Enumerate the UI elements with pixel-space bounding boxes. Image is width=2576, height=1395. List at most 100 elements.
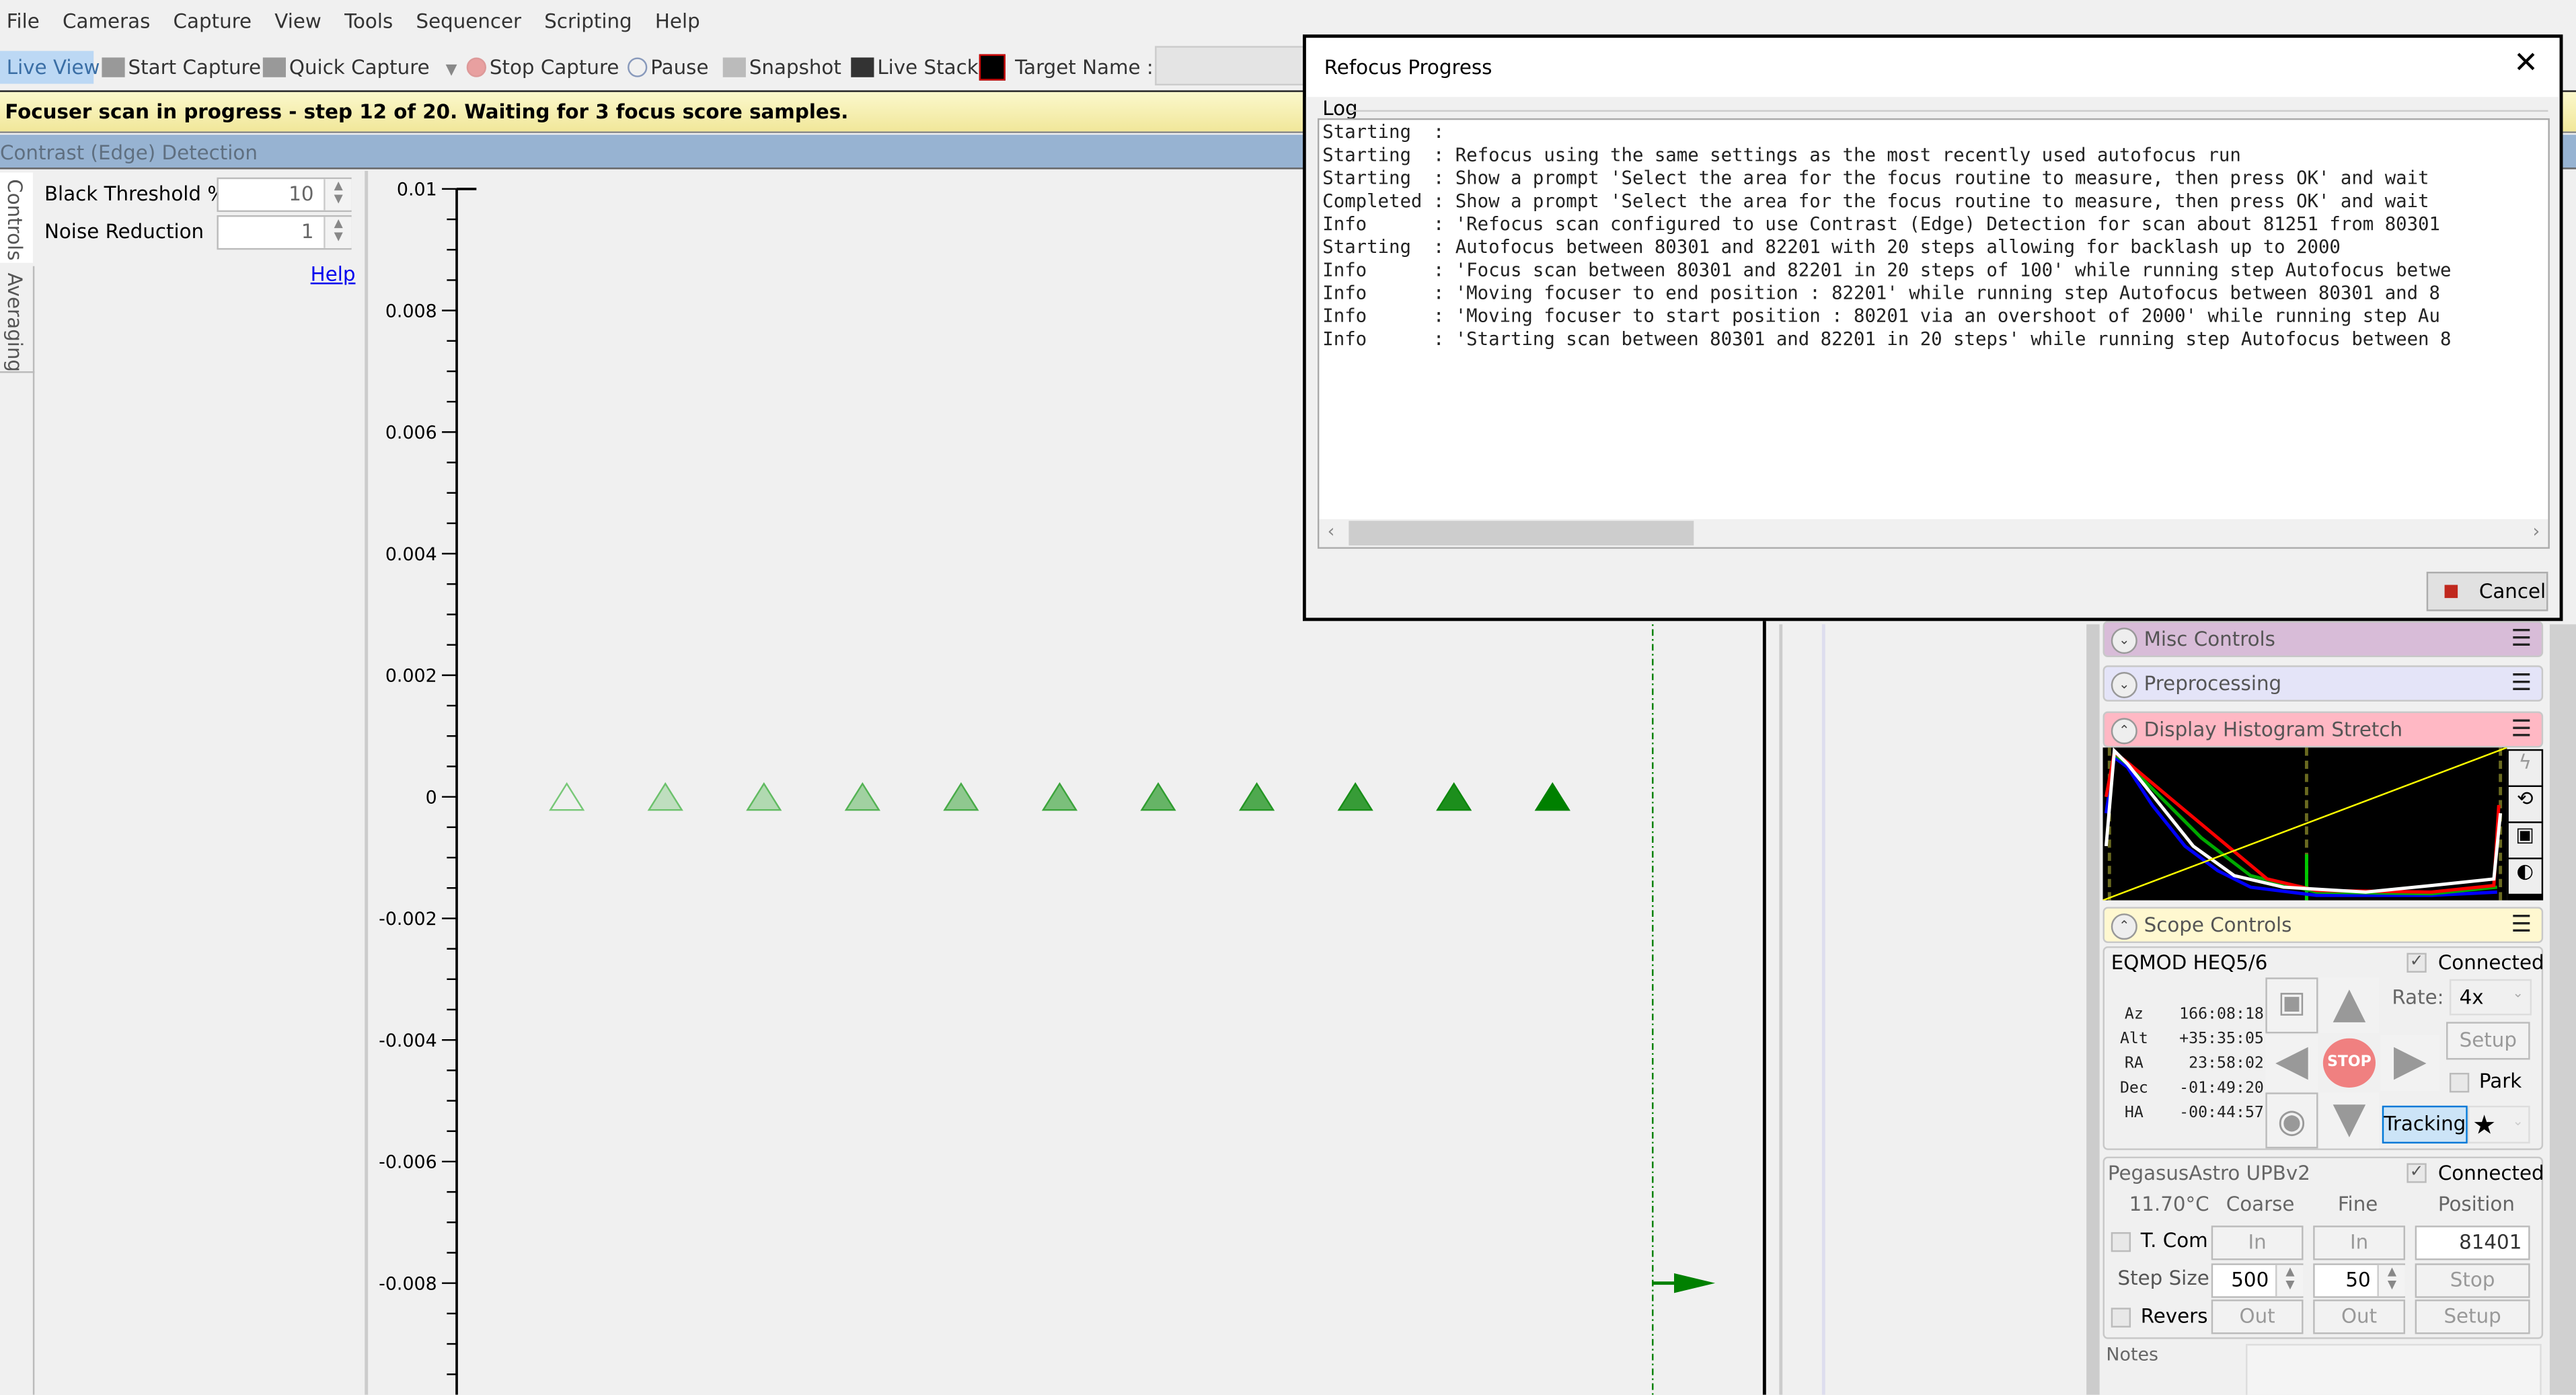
chevron-down-icon[interactable]: ⌄ [2111, 672, 2137, 699]
scrollbar-thumb[interactable] [1349, 521, 1694, 545]
menu-sequencer[interactable]: Sequencer [416, 10, 521, 33]
preprocessing-header[interactable]: ⌄ Preprocessing ☰ [2103, 665, 2544, 702]
data-point [1436, 782, 1472, 811]
temp-comp-checkbox[interactable] [2111, 1232, 2131, 1252]
right-panel-scrollbar[interactable] [2549, 624, 2576, 1395]
histogram-display[interactable] [2103, 747, 2507, 901]
log-level: Info : [1322, 282, 1455, 304]
chevron-up-icon[interactable]: ⌃ [2111, 718, 2137, 745]
menu-file[interactable]: File [7, 10, 40, 33]
coordinate-row: Alt +35:35:05 [2109, 1027, 2264, 1052]
right-panel-splitter[interactable] [2086, 624, 2100, 1395]
quick-capture-label: Quick Capture [289, 56, 430, 79]
focuser-connected-checkbox[interactable]: ✓ [2407, 1163, 2427, 1183]
data-point [746, 782, 782, 811]
focuser-stop-button[interactable]: Stop [2415, 1263, 2530, 1298]
focuser-temperature: 11.70°C [2129, 1193, 2209, 1216]
snapshot-icon [722, 57, 746, 77]
menu-icon[interactable]: ☰ [2511, 626, 2532, 652]
park-label: Park [2478, 1069, 2522, 1093]
scope-connected-checkbox[interactable]: ✓ [2407, 952, 2427, 973]
tab-averaging-label: Averaging [3, 272, 27, 373]
log-entry: Info : 'Focus scan between 80301 and 822… [1322, 260, 2451, 282]
fine-step-spinner[interactable]: ▲ ▼ [2377, 1265, 2405, 1297]
menu-tools[interactable]: Tools [344, 10, 393, 33]
log-entry: Completed : Show a prompt 'Select the ar… [1322, 190, 2451, 213]
stop-button[interactable]: STOP [2322, 1038, 2376, 1088]
misc-controls-header[interactable]: ⌄ Misc Controls ☰ [2103, 621, 2544, 658]
noise-reduction-spinner[interactable]: ▲ ▼ [324, 217, 352, 248]
tracking-rate-select[interactable]: ★ ⌄ [2467, 1105, 2530, 1144]
menu-cameras[interactable]: Cameras [63, 10, 150, 33]
menu-help[interactable]: Help [655, 10, 700, 33]
scroll-right-icon[interactable]: › [2532, 521, 2540, 542]
start-capture-button[interactable]: Start Capture [102, 51, 261, 84]
auto-stretch-icon[interactable]: ϟ [2508, 751, 2542, 786]
contrast-icon[interactable]: ◐ [2508, 859, 2542, 894]
start-capture-label: Start Capture [128, 56, 261, 79]
move-north-button[interactable]: ▲ [2319, 977, 2379, 1034]
splitter[interactable] [1821, 624, 1825, 1395]
rate-select[interactable]: 4x ⌄ [2449, 979, 2532, 1016]
close-icon[interactable]: ✕ [2513, 46, 2538, 80]
menu-icon[interactable]: ☰ [2511, 671, 2532, 697]
scope-controls-title: Scope Controls [2144, 913, 2292, 937]
tracking-button[interactable]: Tracking [2382, 1105, 2468, 1144]
scope-controls-header[interactable]: ⌃ Scope Controls ☰ [2103, 907, 2544, 944]
tab-averaging[interactable]: Averaging [0, 266, 35, 373]
focuser-setup-button[interactable]: Setup [2415, 1299, 2530, 1334]
focuser-position-field[interactable]: 81401 [2415, 1226, 2530, 1260]
chevron-up-icon[interactable]: ⌃ [2111, 913, 2137, 940]
log-box: Starting : Starting : Refocus using the … [1317, 118, 2550, 549]
move-west-button[interactable]: ◀ [2265, 1034, 2318, 1091]
histogram-header[interactable]: ⌃ Display Histogram Stretch ☰ [2103, 711, 2544, 748]
reverse-checkbox[interactable] [2111, 1308, 2131, 1328]
help-link[interactable]: Help [311, 263, 356, 286]
data-point [1534, 782, 1570, 811]
black-threshold-spinner[interactable]: ▲ ▼ [324, 179, 352, 211]
reset-icon[interactable]: ⟲ [2508, 787, 2542, 822]
save-icon[interactable]: ▣ [2508, 823, 2542, 858]
live-view-button[interactable]: Live View [0, 50, 100, 84]
scroll-left-icon[interactable]: ‹ [1328, 521, 1335, 542]
pause-button[interactable]: Pause [628, 51, 708, 84]
snapshot-button[interactable]: Snapshot [722, 51, 841, 84]
move-south-button[interactable]: ▼ [2319, 1092, 2379, 1149]
fine-in-button[interactable]: In [2313, 1226, 2405, 1260]
stop-capture-button[interactable]: Stop Capture [466, 51, 619, 84]
fine-out-button[interactable]: Out [2313, 1299, 2405, 1334]
cancel-button[interactable]: Cancel [2426, 572, 2548, 611]
histogram-title: Display Histogram Stretch [2144, 718, 2403, 741]
rate-value: 4x [2459, 985, 2484, 1009]
focuser-connected-label: Connected [2437, 1161, 2544, 1185]
chevron-down-icon[interactable]: ⌄ [2111, 628, 2137, 654]
live-stack-button[interactable]: Live Stack [851, 51, 979, 84]
center-target-button[interactable]: ◉ [2265, 1092, 2318, 1149]
menu-capture[interactable]: Capture [174, 10, 252, 33]
chevron-down-icon[interactable]: ▼ [446, 63, 457, 79]
target-icon [979, 54, 1006, 81]
menu-scripting[interactable]: Scripting [544, 10, 632, 33]
target-name-input[interactable] [1155, 46, 1310, 86]
splitter[interactable] [1779, 624, 1783, 1395]
data-point [1140, 782, 1176, 811]
current-position-arrow-icon [1674, 1273, 1716, 1293]
coarse-step-spinner[interactable]: ▲ ▼ [2275, 1265, 2304, 1297]
menu-view[interactable]: View [274, 10, 321, 33]
dialog-title: Refocus Progress [1324, 56, 1492, 79]
log-list: Starting : Starting : Refocus using the … [1322, 122, 2451, 352]
coarse-in-button[interactable]: In [2211, 1226, 2304, 1260]
coarse-out-button[interactable]: Out [2211, 1299, 2304, 1334]
park-checkbox[interactable] [2449, 1073, 2470, 1093]
tab-controls[interactable]: Controls [0, 172, 33, 263]
menu-icon[interactable]: ☰ [2511, 716, 2532, 743]
log-horizontal-scrollbar[interactable]: ‹ › [1319, 519, 2548, 548]
move-east-button[interactable]: ▶ [2380, 1034, 2440, 1091]
log-entry: Starting : Refocus using the same settin… [1322, 145, 2451, 167]
notes-textarea[interactable] [2246, 1344, 2542, 1395]
menu-icon[interactable]: ☰ [2511, 912, 2532, 938]
scope-setup-button[interactable]: Setup [2446, 1022, 2530, 1060]
quick-capture-button[interactable]: Quick Capture ▼ [262, 51, 457, 84]
data-point [943, 782, 979, 811]
slew-spiral-button[interactable]: ▣ [2265, 977, 2318, 1034]
